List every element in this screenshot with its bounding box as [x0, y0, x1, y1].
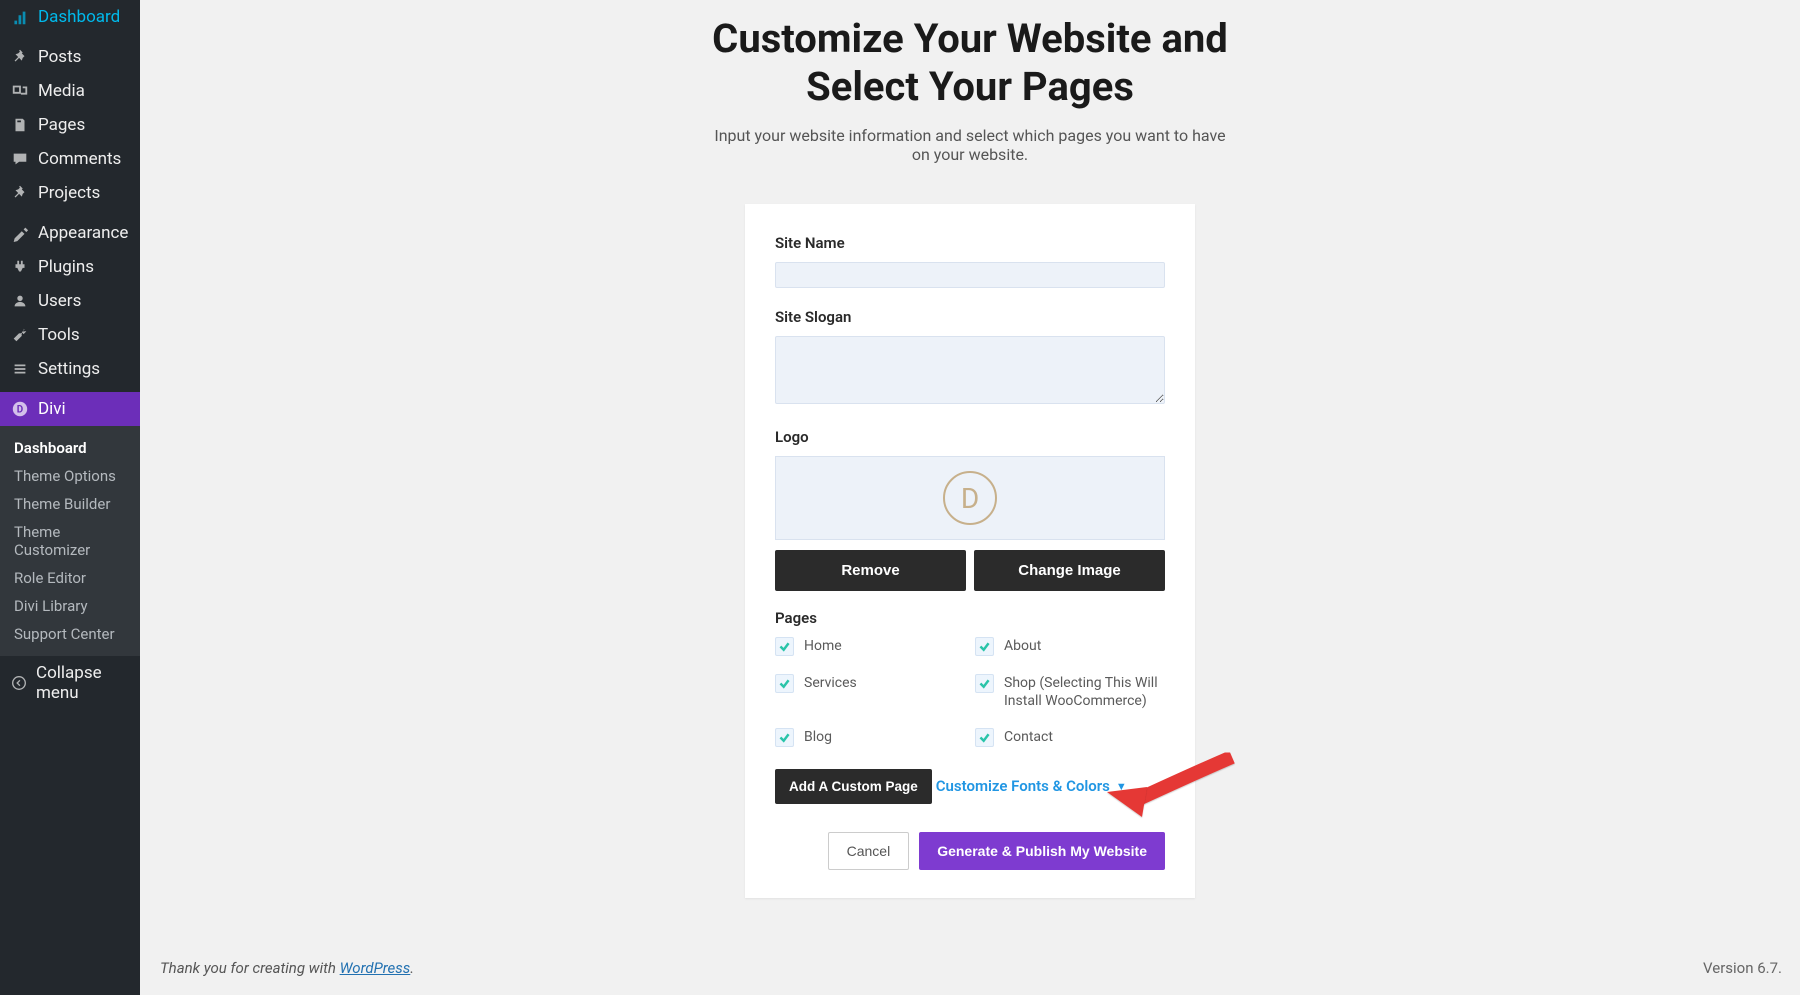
pages-grid: Home About Services Shop (Selecting This…: [775, 637, 1165, 747]
page-label: Home: [804, 637, 842, 655]
admin-footer: Thank you for creating with WordPress. V…: [160, 959, 1782, 977]
page-checkbox-shop: Shop (Selecting This Will Install WooCom…: [975, 674, 1165, 710]
settings-icon: [10, 359, 30, 379]
page-label: About: [1004, 637, 1041, 655]
sidebar-item-label: Divi: [38, 399, 66, 419]
wordpress-link[interactable]: WordPress: [340, 959, 411, 977]
sidebar-item-tools[interactable]: Tools: [0, 318, 140, 352]
submenu-theme-builder[interactable]: Theme Builder: [0, 490, 140, 518]
page-label: Blog: [804, 728, 832, 746]
remove-logo-button[interactable]: Remove: [775, 550, 966, 591]
projects-icon: [10, 183, 30, 203]
sidebar-item-comments[interactable]: Comments: [0, 142, 140, 176]
checkbox[interactable]: [975, 674, 994, 693]
page-checkbox-home: Home: [775, 637, 965, 656]
sidebar-item-pages[interactable]: Pages: [0, 108, 140, 142]
main-content: Customize Your Website and Select Your P…: [140, 0, 1800, 898]
submenu-support-center[interactable]: Support Center: [0, 620, 140, 648]
pages-label: Pages: [775, 609, 1165, 627]
collapse-icon: [10, 673, 28, 693]
media-icon: [10, 81, 30, 101]
generate-publish-button[interactable]: Generate & Publish My Website: [919, 832, 1165, 870]
sidebar-item-label: Comments: [38, 149, 121, 169]
page-checkbox-contact: Contact: [975, 728, 1165, 747]
page-checkbox-services: Services: [775, 674, 965, 710]
add-custom-page-button[interactable]: Add A Custom Page: [775, 769, 932, 804]
logo-preview: D: [775, 456, 1165, 540]
page-heading: Customize Your Website and Select Your P…: [170, 0, 1770, 111]
heading-line1: Customize Your Website and: [712, 15, 1228, 62]
submenu-theme-customizer[interactable]: Theme Customizer: [0, 518, 140, 564]
sidebar-item-plugins[interactable]: Plugins: [0, 250, 140, 284]
collapse-menu[interactable]: Collapse menu: [0, 656, 140, 710]
sidebar-item-media[interactable]: Media: [0, 74, 140, 108]
admin-sidebar: Dashboard Posts Media Pages Comments Pro…: [0, 0, 140, 995]
sidebar-item-label: Tools: [38, 325, 80, 345]
sidebar-item-label: Plugins: [38, 257, 94, 277]
page-label: Services: [804, 674, 857, 692]
svg-text:D: D: [17, 405, 23, 416]
sidebar-item-posts[interactable]: Posts: [0, 40, 140, 74]
logo-placeholder-icon: D: [943, 471, 997, 525]
sidebar-item-dashboard[interactable]: Dashboard: [0, 0, 140, 34]
customize-link-label: Customize Fonts & Colors: [936, 777, 1110, 795]
footer-thanks: Thank you for creating with WordPress.: [160, 959, 414, 977]
checkbox[interactable]: [775, 728, 794, 747]
site-name-input[interactable]: [775, 262, 1165, 288]
sidebar-item-label: Appearance: [38, 223, 128, 243]
submenu-divi-library[interactable]: Divi Library: [0, 592, 140, 620]
site-slogan-input[interactable]: [775, 336, 1165, 404]
checkbox[interactable]: [975, 637, 994, 656]
users-icon: [10, 291, 30, 311]
customize-panel: Site Name Site Slogan Logo D Remove Chan…: [745, 204, 1195, 898]
heading-line2: Select Your Pages: [806, 63, 1134, 110]
page-label: Contact: [1004, 728, 1053, 746]
page-label: Shop (Selecting This Will Install WooCom…: [1004, 674, 1165, 710]
pin-icon: [10, 47, 30, 67]
sidebar-item-label: Projects: [38, 183, 100, 203]
checkbox[interactable]: [975, 728, 994, 747]
checkbox[interactable]: [775, 674, 794, 693]
collapse-label: Collapse menu: [36, 663, 130, 703]
appearance-icon: [10, 223, 30, 243]
pages-icon: [10, 115, 30, 135]
customize-fonts-colors-link[interactable]: Customize Fonts & Colors ▼: [936, 777, 1127, 795]
tools-icon: [10, 325, 30, 345]
sidebar-item-settings[interactable]: Settings: [0, 352, 140, 386]
change-image-button[interactable]: Change Image: [974, 550, 1165, 591]
chevron-down-icon: ▼: [1116, 780, 1127, 793]
comments-icon: [10, 149, 30, 169]
submenu-role-editor[interactable]: Role Editor: [0, 564, 140, 592]
sidebar-item-label: Media: [38, 81, 85, 101]
submenu-theme-options[interactable]: Theme Options: [0, 462, 140, 490]
sidebar-item-users[interactable]: Users: [0, 284, 140, 318]
page-checkbox-about: About: [975, 637, 1165, 656]
submenu-dashboard[interactable]: Dashboard: [0, 434, 140, 462]
cancel-button[interactable]: Cancel: [828, 832, 910, 870]
dashboard-icon: [10, 7, 30, 27]
checkbox[interactable]: [775, 637, 794, 656]
sidebar-item-appearance[interactable]: Appearance: [0, 216, 140, 250]
divi-submenu: Dashboard Theme Options Theme Builder Th…: [0, 426, 140, 656]
sidebar-item-label: Pages: [38, 115, 85, 135]
site-slogan-label: Site Slogan: [775, 308, 1165, 326]
plugins-icon: [10, 257, 30, 277]
page-subheading: Input your website information and selec…: [710, 126, 1230, 164]
sidebar-item-projects[interactable]: Projects: [0, 176, 140, 210]
logo-label: Logo: [775, 428, 1165, 446]
sidebar-item-label: Dashboard: [38, 7, 120, 27]
site-name-label: Site Name: [775, 234, 1165, 252]
divi-icon: D: [10, 399, 30, 419]
sidebar-item-label: Users: [38, 291, 81, 311]
version-text: Version 6.7.: [1703, 959, 1782, 977]
sidebar-item-label: Posts: [38, 47, 81, 67]
sidebar-item-divi[interactable]: D Divi: [0, 392, 140, 426]
sidebar-item-label: Settings: [38, 359, 100, 379]
page-checkbox-blog: Blog: [775, 728, 965, 747]
